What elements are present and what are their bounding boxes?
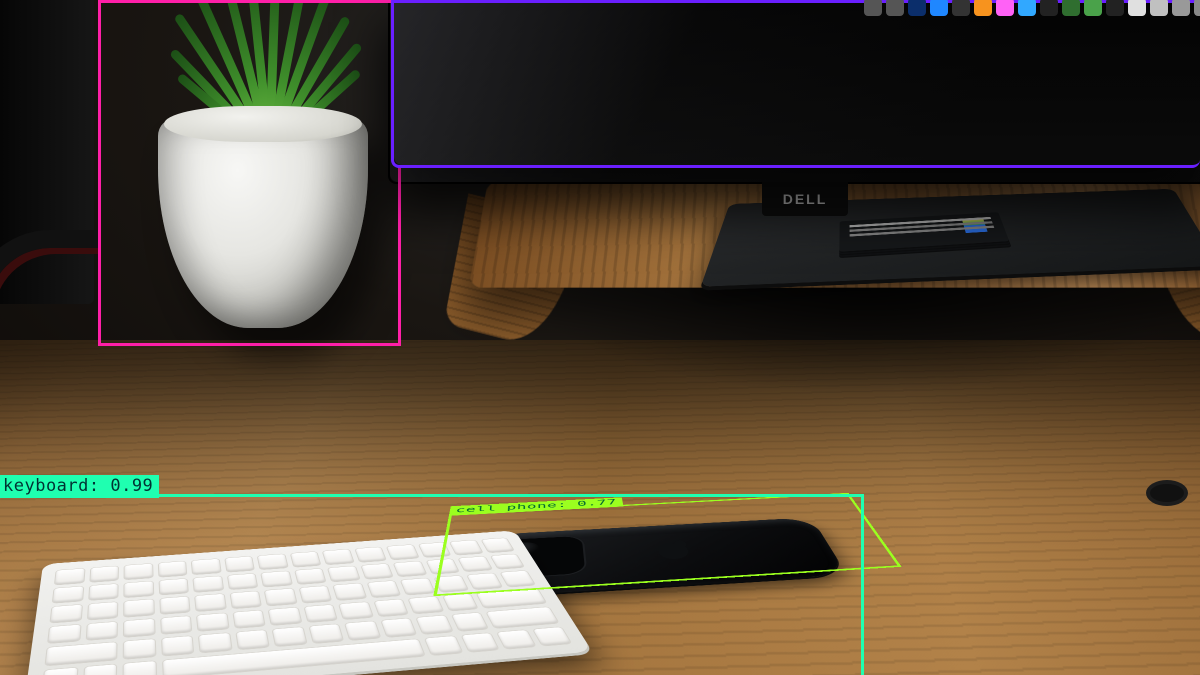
monitor-brand-label: DELL: [762, 182, 848, 216]
desk-grommet: [1150, 484, 1184, 502]
plant-pot: [158, 118, 368, 328]
mac-dock-icons: [864, 0, 1200, 20]
headphones-edge: [0, 230, 98, 378]
monitor: DELL: [388, 0, 1200, 184]
object-detection-scene: DELL cell phone: [0, 0, 1200, 675]
